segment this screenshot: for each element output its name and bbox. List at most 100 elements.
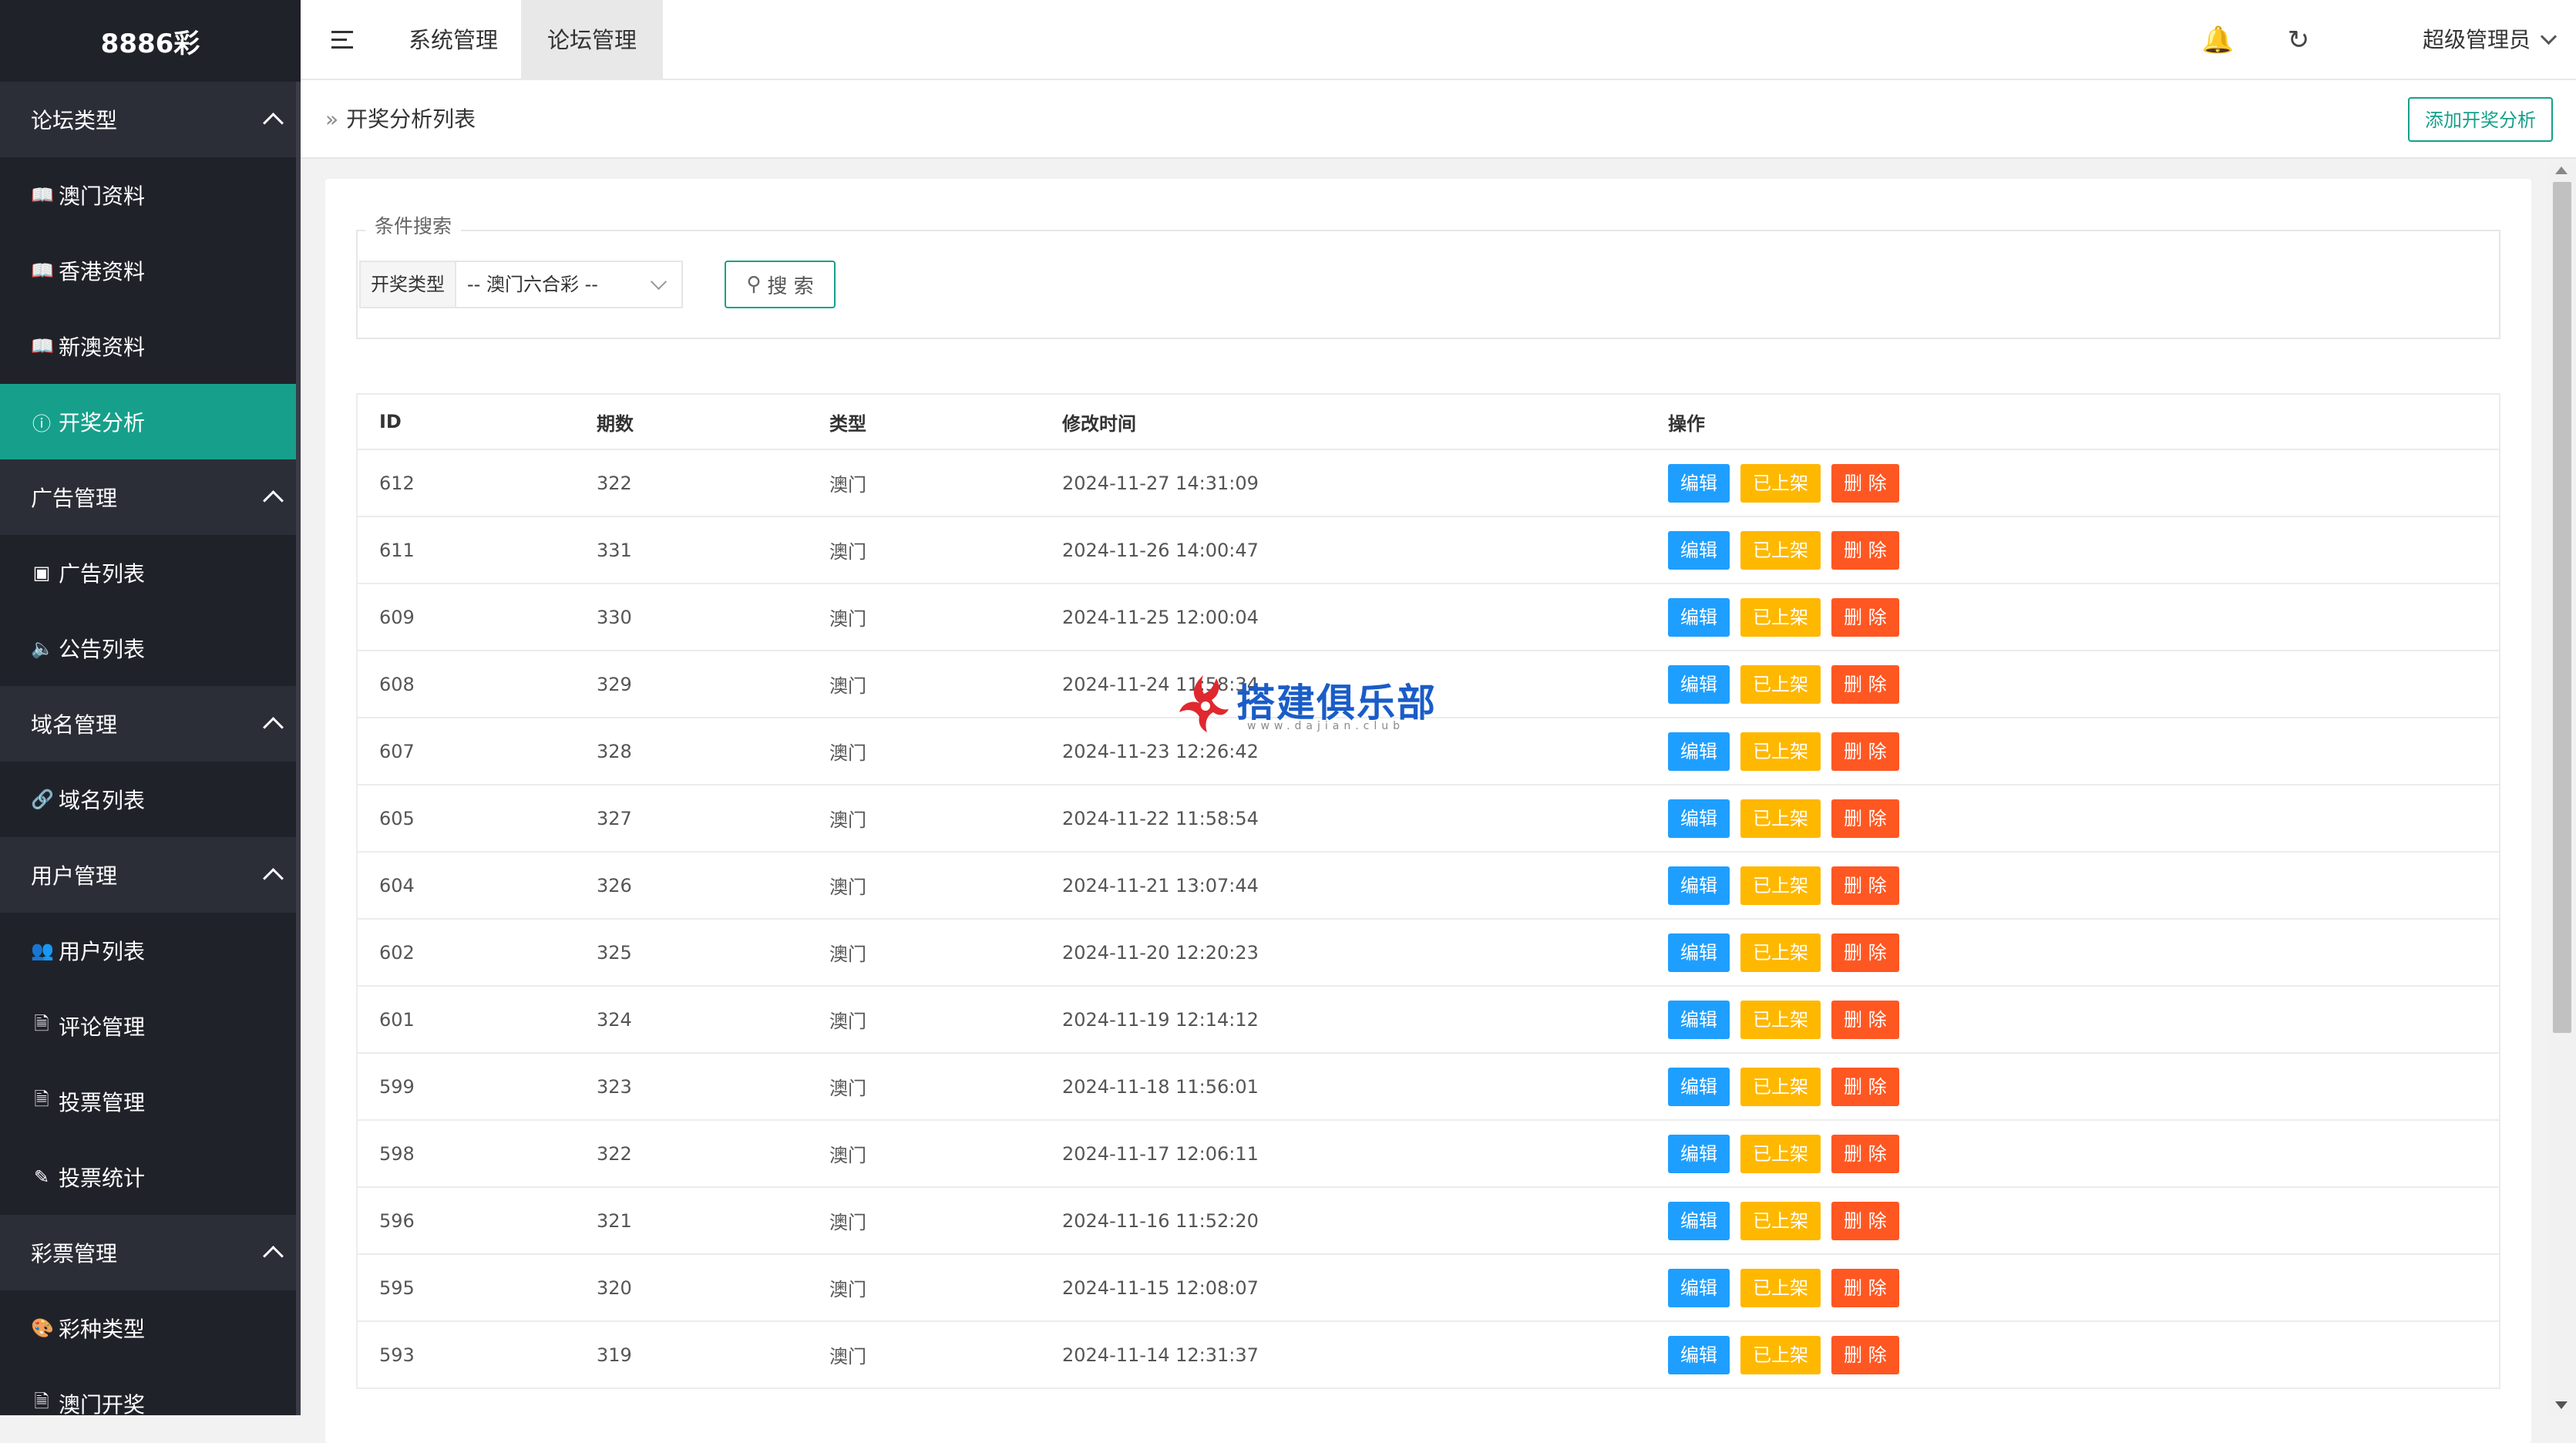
shelf-status-button[interactable]: 已上架 [1740, 732, 1821, 771]
delete-button[interactable]: 删 除 [1831, 799, 1899, 838]
cell-type: 澳门 [829, 1279, 866, 1300]
sidebar-item-comment-management[interactable]: 🗎 评论管理 [0, 988, 301, 1064]
scroll-down-icon[interactable] [2555, 1401, 2568, 1409]
edit-button[interactable]: 编辑 [1668, 732, 1730, 771]
draw-type-select[interactable]: -- 澳门六合彩 -- [455, 261, 683, 308]
edit-button[interactable]: 编辑 [1668, 1268, 1730, 1307]
delete-button[interactable]: 删 除 [1831, 1201, 1899, 1240]
delete-button[interactable]: 删 除 [1831, 597, 1899, 637]
delete-button[interactable]: 删 除 [1831, 530, 1899, 570]
cell-issue: 330 [597, 606, 632, 628]
delete-button[interactable]: 删 除 [1831, 732, 1899, 771]
scrollbar-thumb[interactable] [2553, 182, 2571, 1033]
delete-button[interactable]: 删 除 [1831, 1335, 1899, 1374]
shelf-status-button[interactable]: 已上架 [1740, 1335, 1821, 1374]
add-draw-analysis-button[interactable]: 添加开奖分析 [2408, 97, 2553, 142]
cell-modified-time: 2024-11-16 11:52:20 [1062, 1209, 1259, 1232]
shelf-status-button[interactable]: 已上架 [1740, 1067, 1821, 1106]
tab-forum-management[interactable]: 论坛管理 [521, 0, 664, 80]
cell-modified-time: 2024-11-22 11:58:54 [1062, 807, 1259, 829]
page-scrollbar[interactable] [2547, 163, 2576, 1415]
edit-button[interactable]: 编辑 [1668, 664, 1730, 704]
sidebar-group-ad-management[interactable]: 广告管理 [0, 459, 301, 535]
user-name: 超级管理员 [2422, 27, 2531, 52]
delete-button[interactable]: 删 除 [1831, 1067, 1899, 1106]
scroll-up-icon[interactable] [2555, 166, 2568, 174]
edit-button[interactable]: 编辑 [1668, 1134, 1730, 1173]
delete-button[interactable]: 删 除 [1831, 1268, 1899, 1307]
sidebar-item-notice-list[interactable]: 🔈 公告列表 [0, 610, 301, 686]
delete-button[interactable]: 删 除 [1831, 664, 1899, 704]
edit-button[interactable]: 编辑 [1668, 799, 1730, 838]
sidebar-item-vote-statistics[interactable]: ✎ 投票统计 [0, 1139, 301, 1215]
search-button-label: 搜 索 [767, 274, 814, 298]
sidebar-group-label: 彩票管理 [31, 1241, 118, 1266]
tab-system-management[interactable]: 系统管理 [382, 0, 524, 80]
edit-button[interactable]: 编辑 [1668, 1067, 1730, 1106]
sidebar-item-draw-analysis[interactable]: ⓘ 开奖分析 [0, 384, 301, 459]
sidebar-item-label: 域名列表 [59, 788, 146, 813]
edit-button[interactable]: 编辑 [1668, 1201, 1730, 1240]
sidebar-item-vote-management[interactable]: 🗎 投票管理 [0, 1064, 301, 1139]
content-card: 条件搜索 开奖类型 -- 澳门六合彩 -- ⚲ 搜 索 ID 期数 类型 修改时… [325, 179, 2531, 1443]
sidebar-item-hongkong-info[interactable]: 📖 香港资料 [0, 233, 301, 308]
sidebar-item-new-macau-info[interactable]: 📖 新澳资料 [0, 308, 301, 384]
bell-icon[interactable]: 🔔 [2201, 25, 2234, 56]
shelf-status-button[interactable]: 已上架 [1740, 530, 1821, 570]
table-row: 596 321 澳门 2024-11-16 11:52:20 编辑 已上架删 除 [358, 1188, 2499, 1255]
edit-button[interactable]: 编辑 [1668, 597, 1730, 637]
shelf-status-button[interactable]: 已上架 [1740, 1134, 1821, 1173]
delete-button[interactable]: 删 除 [1831, 933, 1899, 972]
shelf-status-button[interactable]: 已上架 [1740, 597, 1821, 637]
sidebar-group-label: 广告管理 [31, 486, 118, 511]
menu-toggle-icon[interactable] [331, 28, 356, 52]
edit-button[interactable]: 编辑 [1668, 933, 1730, 972]
shelf-status-button[interactable]: 已上架 [1740, 799, 1821, 838]
shelf-status-button[interactable]: 已上架 [1740, 463, 1821, 503]
sidebar-group-forum-type[interactable]: 论坛类型 [0, 82, 301, 157]
delete-button[interactable]: 删 除 [1831, 1134, 1899, 1173]
cell-id: 604 [379, 874, 415, 896]
shelf-status-button[interactable]: 已上架 [1740, 866, 1821, 905]
shelf-status-button[interactable]: 已上架 [1740, 1201, 1821, 1240]
cell-type: 澳门 [829, 876, 866, 898]
cell-issue: 320 [597, 1276, 632, 1299]
sidebar-item-label: 澳门开奖 [59, 1392, 146, 1415]
shelf-status-button[interactable]: 已上架 [1740, 664, 1821, 704]
delete-button[interactable]: 删 除 [1831, 866, 1899, 905]
sidebar-group-lottery-management[interactable]: 彩票管理 [0, 1215, 301, 1290]
sidebar-item-user-list[interactable]: 👥 用户列表 [0, 913, 301, 988]
refresh-icon[interactable]: ↻ [2283, 25, 2314, 56]
edit-button[interactable]: 编辑 [1668, 1335, 1730, 1374]
edit-button[interactable]: 编辑 [1668, 1000, 1730, 1039]
user-menu[interactable]: 超级管理员 [2422, 0, 2558, 80]
shelf-status-button[interactable]: 已上架 [1740, 933, 1821, 972]
cell-type: 澳门 [829, 809, 866, 831]
sidebar-group-domain-management[interactable]: 域名管理 [0, 686, 301, 762]
delete-button[interactable]: 删 除 [1831, 1000, 1899, 1039]
table-row: 601 324 澳门 2024-11-19 12:14:12 编辑 已上架删 除 [358, 987, 2499, 1054]
sidebar-item-macau-info[interactable]: 📖 澳门资料 [0, 157, 301, 233]
sidebar-scrollbar[interactable] [296, 82, 301, 1415]
cell-modified-time: 2024-11-27 14:31:09 [1062, 472, 1259, 494]
shelf-status-button[interactable]: 已上架 [1740, 1268, 1821, 1307]
book-icon: 📖 [31, 260, 54, 281]
table-row: 599 323 澳门 2024-11-18 11:56:01 编辑 已上架删 除 [358, 1054, 2499, 1121]
cell-type: 澳门 [829, 1078, 866, 1099]
sidebar-group-user-management[interactable]: 用户管理 [0, 837, 301, 913]
edit-button[interactable]: 编辑 [1668, 530, 1730, 570]
cell-issue: 322 [597, 472, 632, 494]
sidebar-item-lottery-types[interactable]: 🎨 彩种类型 [0, 1290, 301, 1366]
sidebar-item-domain-list[interactable]: 🔗 域名列表 [0, 762, 301, 837]
cell-modified-time: 2024-11-25 12:00:04 [1062, 606, 1259, 628]
shelf-status-button[interactable]: 已上架 [1740, 1000, 1821, 1039]
link-icon: 🔗 [31, 789, 54, 810]
sidebar-item-ad-list[interactable]: ▣ 广告列表 [0, 535, 301, 610]
delete-button[interactable]: 删 除 [1831, 463, 1899, 503]
search-button[interactable]: ⚲ 搜 索 [725, 261, 836, 308]
column-header-type: 类型 [829, 412, 866, 435]
cell-type: 澳门 [829, 1346, 866, 1367]
edit-button[interactable]: 编辑 [1668, 866, 1730, 905]
edit-button[interactable]: 编辑 [1668, 463, 1730, 503]
sidebar-item-macau-draw[interactable]: 🗎 澳门开奖 [0, 1366, 301, 1415]
